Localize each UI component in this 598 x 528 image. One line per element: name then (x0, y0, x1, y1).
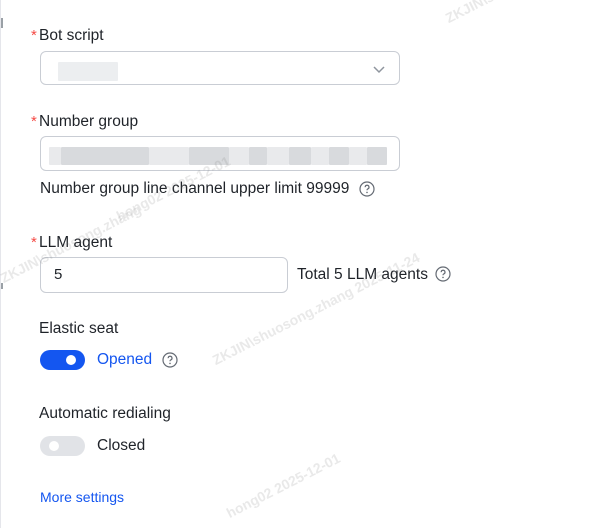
redacted-value (289, 147, 311, 165)
llm-agent-label: LLM agent (39, 234, 113, 251)
panel-edge-mark (1, 18, 3, 28)
llm-agent-total: Total 5 LLM agents (297, 266, 428, 283)
redacted-value (229, 147, 249, 165)
elastic-seat-toggle[interactable] (40, 350, 85, 370)
redacted-value (149, 147, 189, 165)
redacted-value (49, 147, 61, 165)
number-group-label: Number group (39, 113, 139, 130)
number-group-hint: Number group line channel upper limit 99… (40, 180, 350, 197)
required-marker: * (31, 113, 37, 130)
bot-script-select[interactable] (40, 51, 400, 85)
redacted-value (329, 147, 349, 165)
question-circle-icon[interactable] (359, 181, 375, 197)
toggle-knob (66, 355, 76, 365)
form-panel: * Bot script * Number group Number group… (0, 0, 598, 528)
automatic-redialing-toggle[interactable] (40, 436, 85, 456)
chevron-down-icon[interactable] (373, 63, 385, 75)
panel-edge-mark (1, 283, 3, 289)
question-circle-icon[interactable] (162, 352, 178, 368)
watermark: ZKJIN\shuo (442, 0, 520, 27)
automatic-redialing-label: Automatic redialing (39, 405, 171, 422)
automatic-redialing-state: Closed (97, 437, 146, 454)
number-group-input[interactable] (40, 136, 400, 171)
llm-agent-input[interactable]: 5 (40, 257, 288, 293)
redacted-value (349, 147, 367, 165)
redacted-value (58, 62, 118, 81)
more-settings-link[interactable]: More settings (40, 488, 124, 506)
elastic-seat-label: Elastic seat (39, 320, 119, 337)
elastic-seat-state: Opened (97, 351, 153, 368)
redacted-value (189, 147, 229, 165)
redacted-value (311, 147, 329, 165)
redacted-value (249, 147, 267, 165)
required-marker: * (31, 27, 37, 44)
required-marker: * (31, 234, 37, 251)
llm-agent-value: 5 (54, 266, 63, 283)
bot-script-label: Bot script (39, 27, 104, 44)
question-circle-icon[interactable] (435, 266, 451, 282)
toggle-knob (49, 441, 59, 451)
redacted-value (267, 147, 289, 165)
watermark: hong02 2025-12-01 (223, 449, 343, 521)
redacted-value (367, 147, 387, 165)
redacted-value (61, 147, 149, 165)
